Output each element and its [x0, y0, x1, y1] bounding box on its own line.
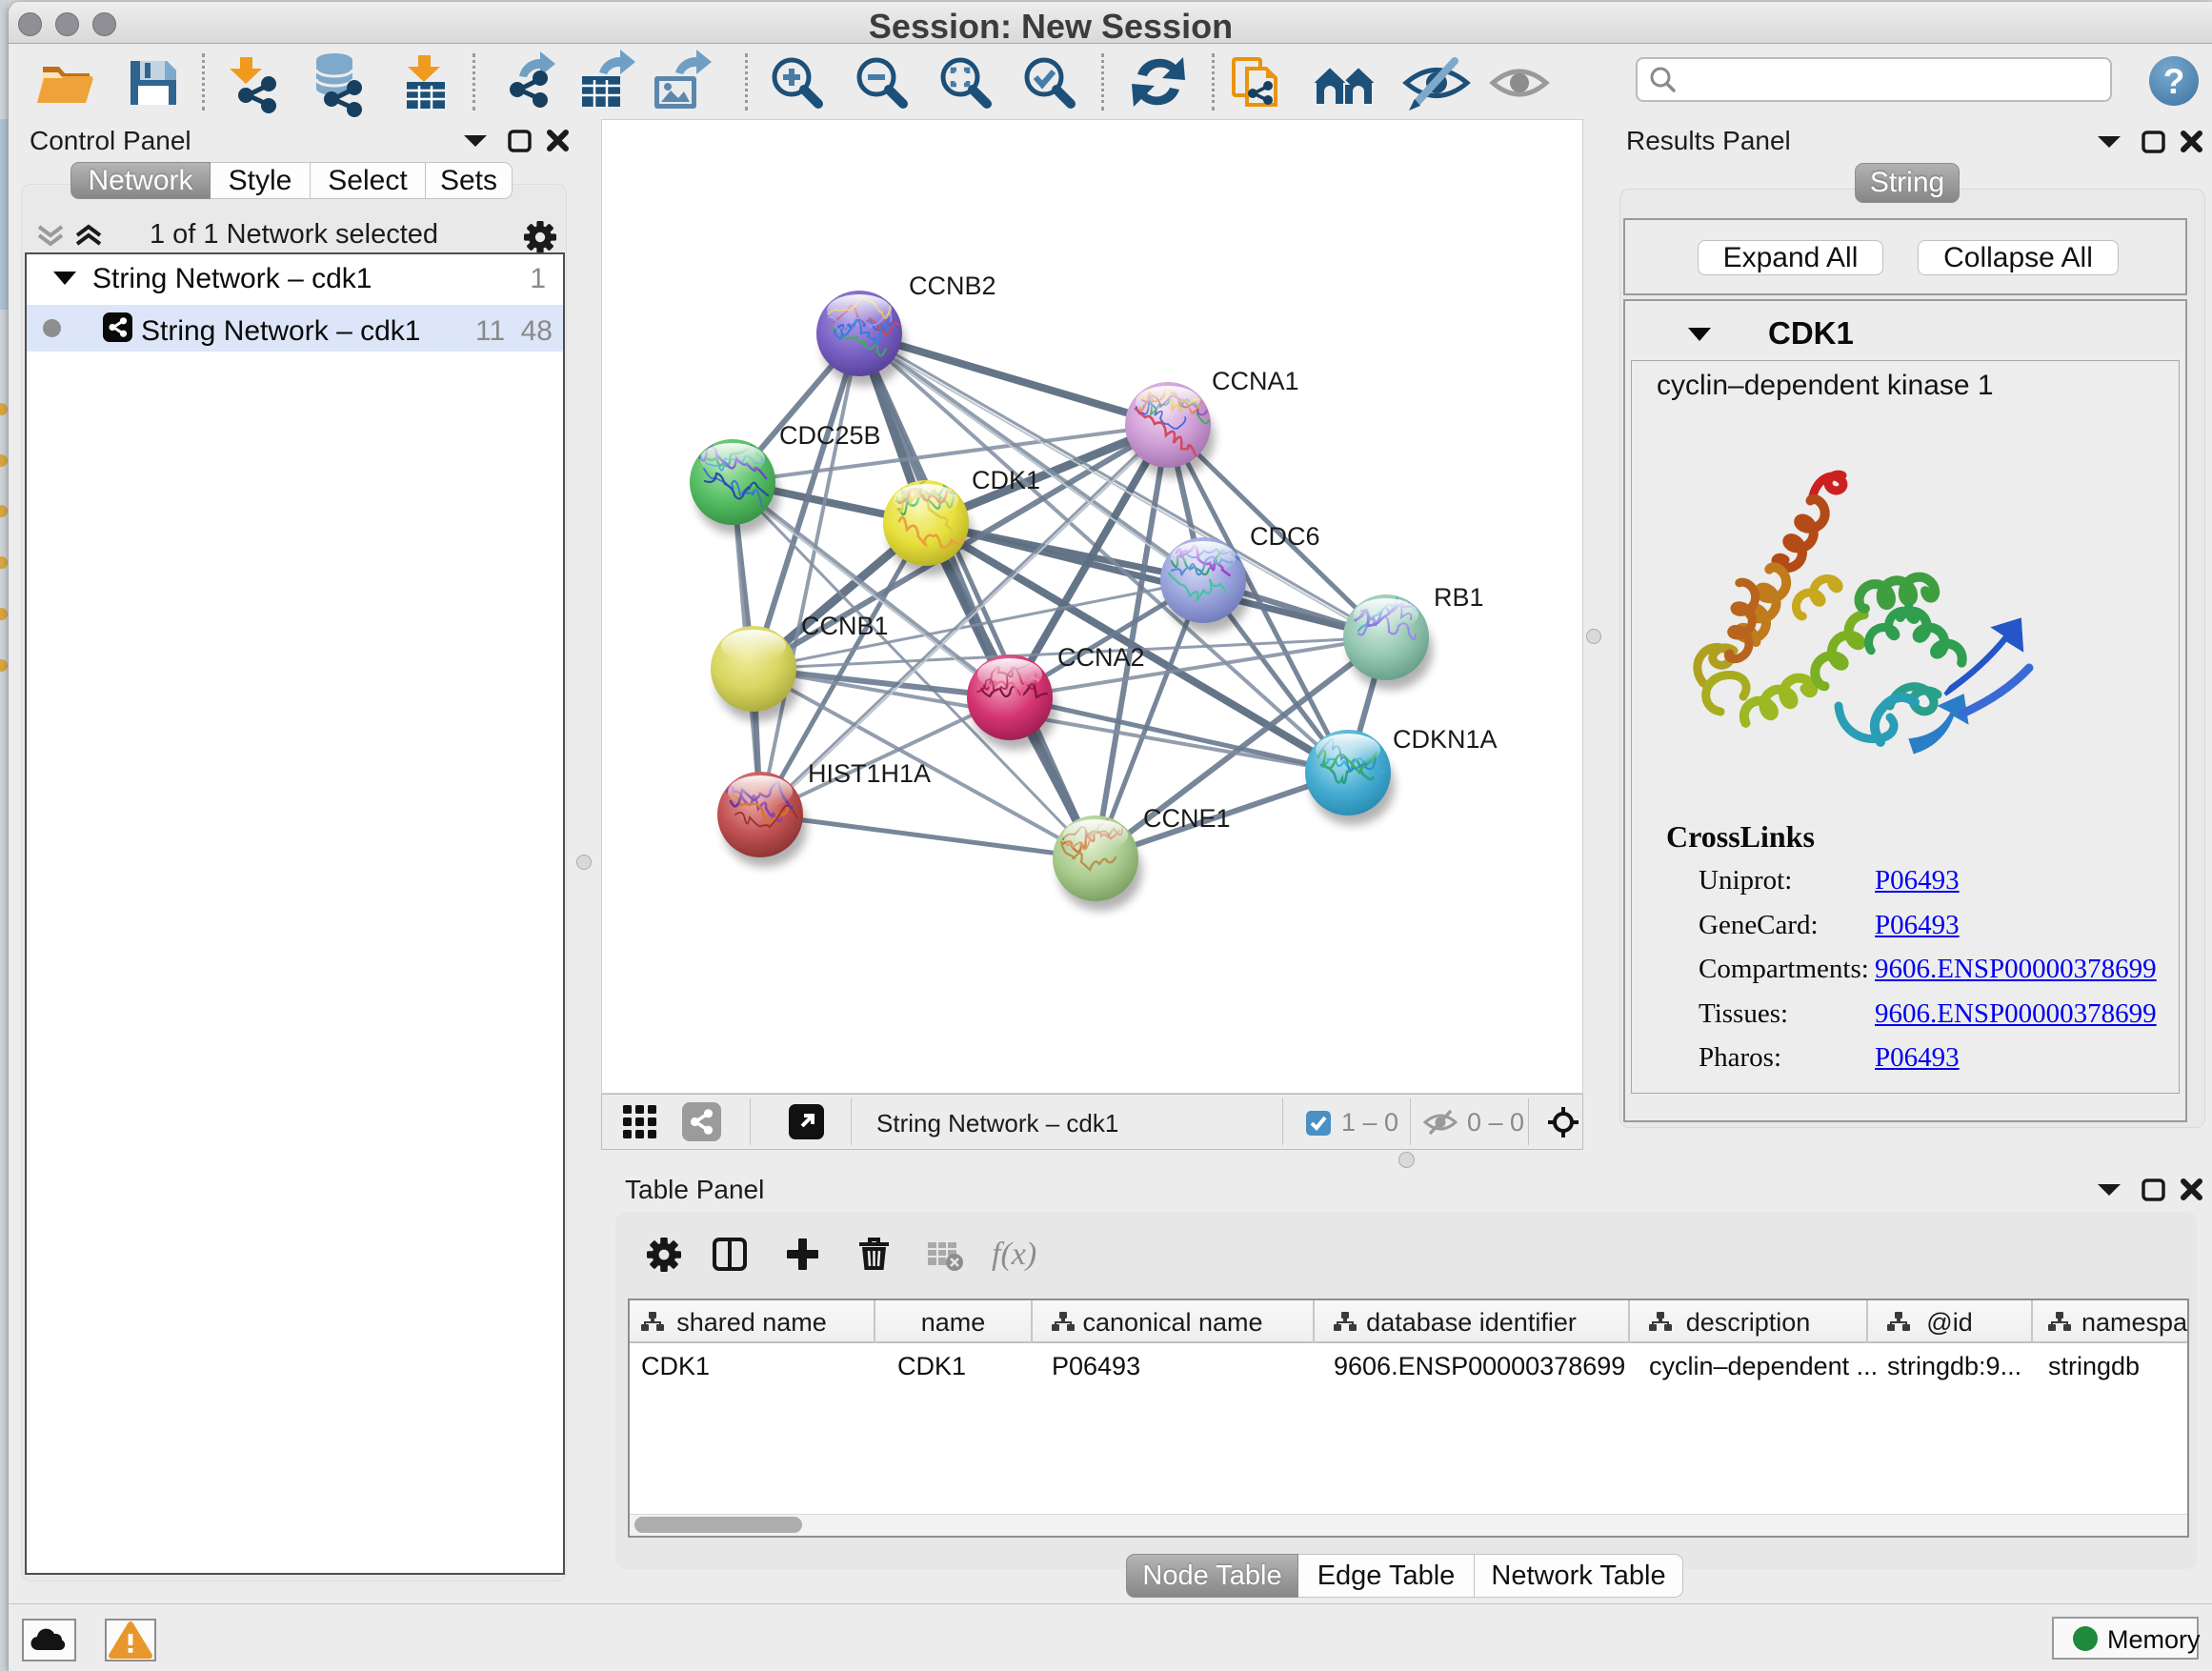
svg-text:CCNB1: CCNB1: [801, 612, 889, 640]
svg-text:CDC6: CDC6: [1250, 522, 1320, 551]
svg-text:HIST1H1A: HIST1H1A: [808, 759, 931, 788]
svg-text:?: ?: [2163, 62, 2185, 101]
svg-text:CCNA2: CCNA2: [1057, 643, 1145, 672]
svg-text:CDK1: CDK1: [972, 466, 1040, 494]
svg-text:CDC25B: CDC25B: [779, 421, 881, 450]
svg-text:CDKN1A: CDKN1A: [1393, 725, 1498, 754]
svg-text:CCNE1: CCNE1: [1143, 804, 1231, 833]
svg-text:f(x): f(x): [992, 1237, 1036, 1272]
svg-text:CCNB2: CCNB2: [909, 272, 996, 300]
svg-text:CCNA1: CCNA1: [1212, 367, 1299, 395]
svg-text:RB1: RB1: [1434, 583, 1484, 612]
